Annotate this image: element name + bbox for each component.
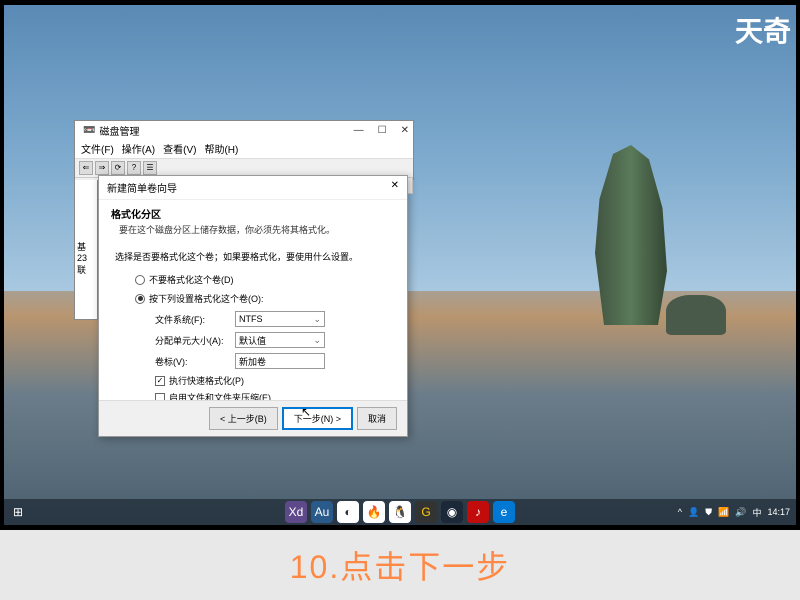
menu-action[interactable]: 操作(A)	[122, 141, 155, 156]
start-button[interactable]: ⊞	[8, 502, 28, 522]
volume-label-input[interactable]: 新加卷	[235, 353, 325, 369]
tray-time[interactable]: 14:17	[767, 507, 790, 517]
side-text-2: 23	[77, 253, 95, 263]
tool-list-icon[interactable]: ☰	[143, 161, 157, 175]
tray-wifi-icon[interactable]: 📶	[718, 507, 729, 518]
taskbar-app-4[interactable]: 🔥	[363, 501, 385, 523]
disk-management-sidebar: 基 23 联	[74, 180, 98, 320]
volume-label-row: 卷标(V): 新加卷	[155, 353, 391, 369]
wizard-heading: 格式化分区	[111, 206, 395, 221]
tool-refresh-icon[interactable]: ⟳	[111, 161, 125, 175]
tool-forward-icon[interactable]: ⇒	[95, 161, 109, 175]
new-volume-wizard-dialog[interactable]: 新建简单卷向导 ✕ 格式化分区 要在这个磁盘分区上储存数据，你必须先将其格式化。…	[98, 175, 408, 437]
tray-language[interactable]: 中	[752, 506, 761, 519]
allocation-label: 分配单元大小(A):	[155, 334, 235, 347]
next-button[interactable]: 下一步(N) >	[282, 407, 353, 430]
minimize-button[interactable]: —	[354, 125, 364, 136]
cancel-button[interactable]: 取消	[357, 407, 397, 430]
filesystem-value: NTFS	[239, 314, 263, 324]
quick-format-row[interactable]: ✓ 执行快速格式化(P)	[155, 374, 391, 387]
maximize-button[interactable]: ☐	[378, 125, 387, 136]
disk-management-window[interactable]: 📼 磁盘管理 — ☐ ✕ 文件(F) 操作(A) 查看(V) 帮助(H) ⇐ ⇒…	[74, 120, 414, 180]
taskbar-app-2[interactable]: Au	[311, 501, 333, 523]
wallpaper-rock-small	[666, 295, 726, 335]
side-text-1: 基	[77, 240, 95, 253]
taskbar-app-3[interactable]: ◐	[337, 501, 359, 523]
disk-management-title: 磁盘管理	[99, 123, 139, 138]
radio-no-format[interactable]	[135, 275, 145, 285]
wizard-instruction: 选择是否要格式化这个卷；如果要格式化，要使用什么设置。	[115, 250, 391, 263]
tutorial-caption-bar: 10.点击下一步	[0, 530, 800, 600]
watermark-text: 天奇	[735, 10, 791, 50]
allocation-row: 分配单元大小(A): 默认值	[155, 332, 391, 348]
tray-icon-2[interactable]: ⛊	[705, 507, 712, 518]
wizard-close-button[interactable]: ✕	[391, 180, 399, 195]
radio-format[interactable]	[135, 294, 145, 304]
quick-format-label: 执行快速格式化(P)	[169, 374, 244, 387]
radio-format-row[interactable]: 按下列设置格式化这个卷(O):	[135, 292, 391, 305]
quick-format-checkbox[interactable]: ✓	[155, 376, 165, 386]
taskbar-center: Xd Au ◐ 🔥 🐧 G ◉ ♪ e	[285, 501, 515, 523]
allocation-value: 默认值	[239, 334, 266, 347]
wizard-subheading: 要在这个磁盘分区上储存数据，你必须先将其格式化。	[111, 223, 395, 236]
taskbar-app-1[interactable]: Xd	[285, 501, 307, 523]
close-button[interactable]: ✕	[401, 125, 409, 136]
taskbar-app-5[interactable]: G	[415, 501, 437, 523]
tray-icon-1[interactable]: 👤	[688, 507, 699, 518]
radio-format-label: 按下列设置格式化这个卷(O):	[149, 292, 264, 305]
tray-up-icon[interactable]: ^	[678, 507, 682, 517]
tray-volume-icon[interactable]: 🔊	[735, 507, 746, 518]
desktop-screen: 天奇 📼 磁盘管理 — ☐ ✕ 文件(F) 操作(A) 查看(V) 帮助(H) …	[4, 5, 796, 525]
menu-file[interactable]: 文件(F)	[81, 141, 114, 156]
wizard-footer: < 上一步(B) 下一步(N) > 取消	[99, 400, 407, 436]
side-text-3: 联	[77, 263, 95, 276]
allocation-select[interactable]: 默认值	[235, 332, 325, 348]
filesystem-row: 文件系统(F): NTFS	[155, 311, 391, 327]
wizard-titlebar[interactable]: 新建简单卷向导 ✕	[99, 176, 407, 200]
tool-help-icon[interactable]: ?	[127, 161, 141, 175]
system-tray[interactable]: ^ 👤 ⛊ 📶 🔊 中 14:17	[678, 506, 796, 519]
wizard-title: 新建简单卷向导	[107, 180, 177, 195]
menu-help[interactable]: 帮助(H)	[204, 141, 238, 156]
wizard-body: 选择是否要格式化这个卷；如果要格式化，要使用什么设置。 不要格式化这个卷(D) …	[99, 242, 407, 416]
disk-icon: 📼	[83, 125, 95, 136]
taskbar-app-qq[interactable]: 🐧	[389, 501, 411, 523]
monitor-frame: 天奇 📼 磁盘管理 — ☐ ✕ 文件(F) 操作(A) 查看(V) 帮助(H) …	[0, 0, 800, 530]
filesystem-select[interactable]: NTFS	[235, 311, 325, 327]
volume-label-label: 卷标(V):	[155, 355, 235, 368]
taskbar[interactable]: ⊞ Xd Au ◐ 🔥 🐧 G ◉ ♪ e ^ 👤 ⛊ 📶 🔊 中 14:17	[4, 499, 796, 525]
tool-back-icon[interactable]: ⇐	[79, 161, 93, 175]
wizard-header: 格式化分区 要在这个磁盘分区上储存数据，你必须先将其格式化。	[99, 200, 407, 242]
taskbar-app-steam[interactable]: ◉	[441, 501, 463, 523]
tutorial-caption: 10.点击下一步	[290, 542, 511, 588]
radio-no-format-row[interactable]: 不要格式化这个卷(D)	[135, 273, 391, 286]
menu-view[interactable]: 查看(V)	[163, 141, 196, 156]
volume-label-value: 新加卷	[239, 355, 266, 368]
disk-management-titlebar[interactable]: 📼 磁盘管理 — ☐ ✕	[75, 121, 413, 139]
taskbar-app-edge[interactable]: e	[493, 501, 515, 523]
radio-no-format-label: 不要格式化这个卷(D)	[149, 273, 234, 286]
back-button[interactable]: < 上一步(B)	[209, 407, 278, 430]
taskbar-app-netease[interactable]: ♪	[467, 501, 489, 523]
menu-bar: 文件(F) 操作(A) 查看(V) 帮助(H)	[75, 139, 413, 159]
filesystem-label: 文件系统(F):	[155, 313, 235, 326]
